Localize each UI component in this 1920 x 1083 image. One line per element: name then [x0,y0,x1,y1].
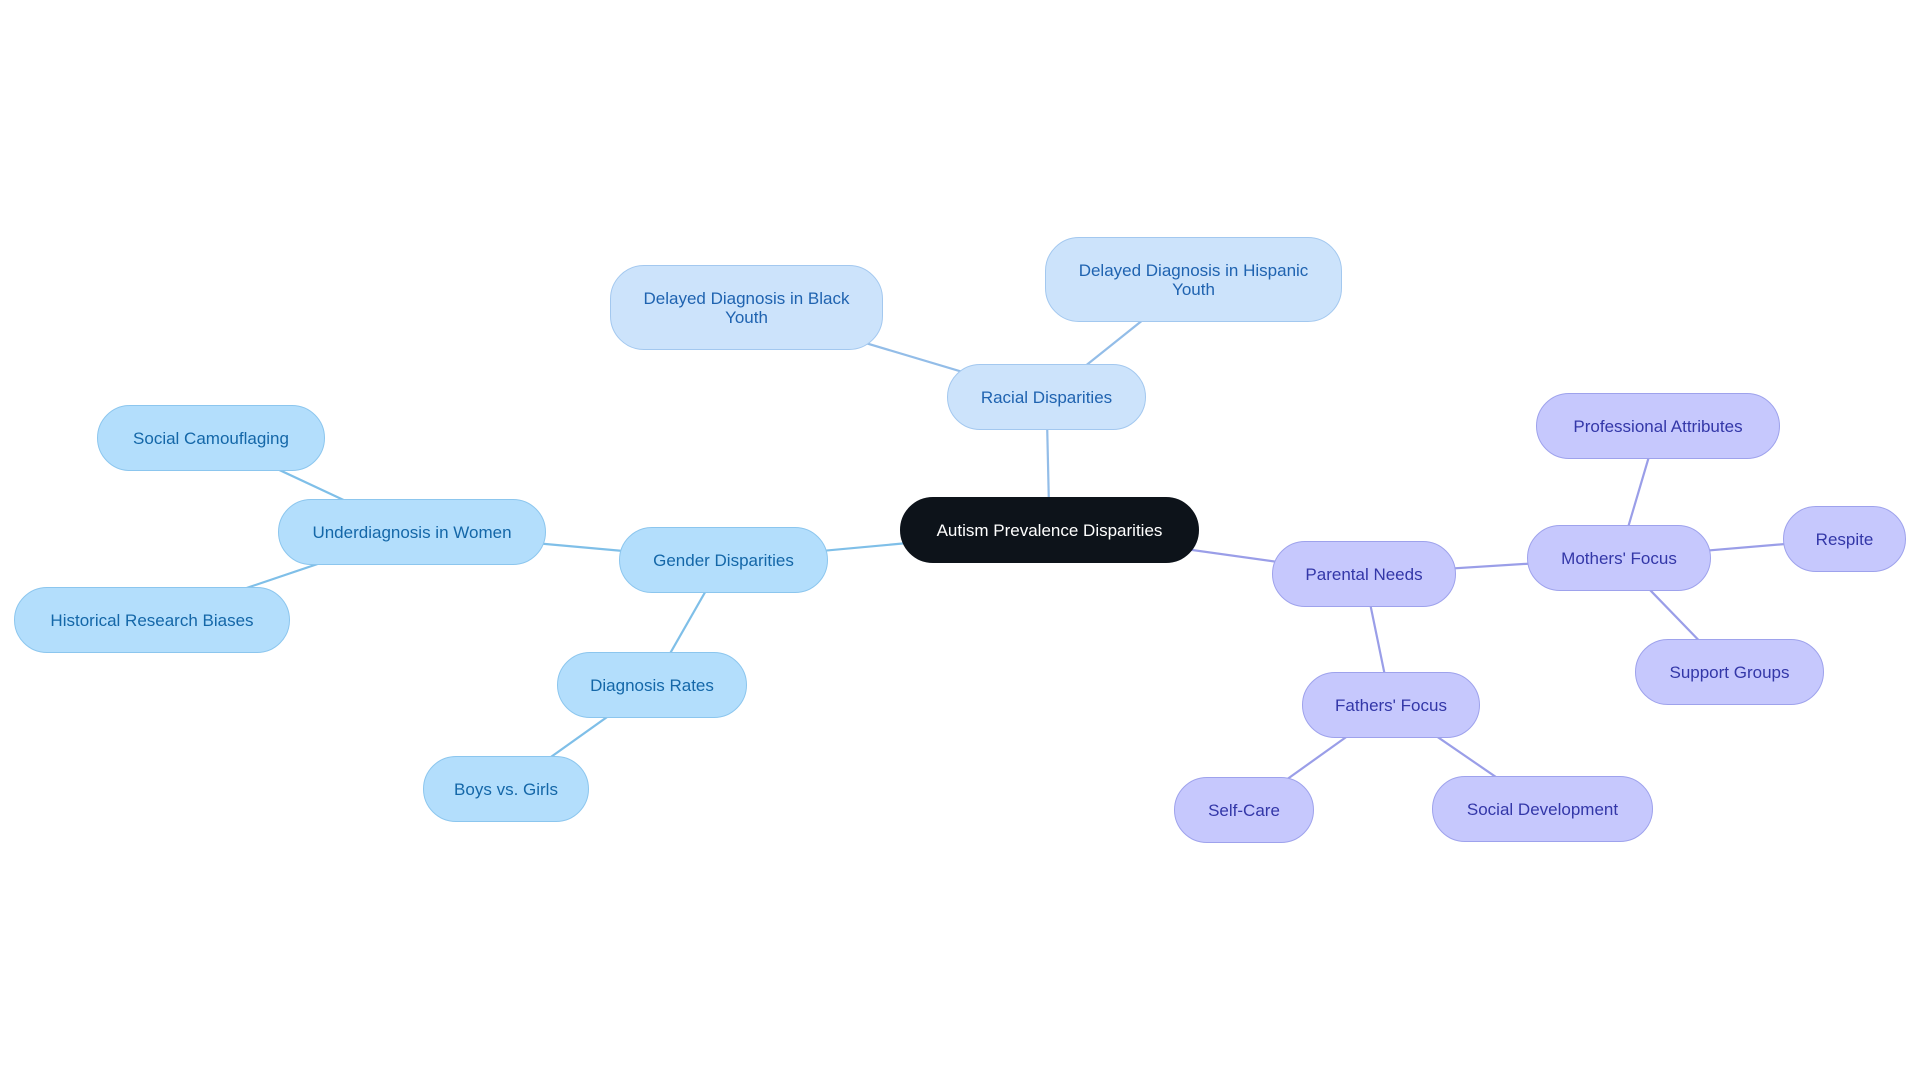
node-label: Respite [1815,529,1874,549]
node-label: Support Groups [1669,662,1790,682]
node-label: Autism Prevalence Disparities [936,520,1163,540]
node-label: Self-Care [1208,800,1280,820]
node-camo[interactable]: Social Camouflaging [97,405,325,471]
node-fathers[interactable]: Fathers' Focus [1302,672,1480,738]
node-social[interactable]: Social Development [1432,776,1653,842]
node-gender[interactable]: Gender Disparities [619,527,828,593]
node-label: Fathers' Focus [1335,695,1447,715]
node-label: Diagnosis Rates [590,675,714,695]
node-rates[interactable]: Diagnosis Rates [557,652,747,718]
node-support[interactable]: Support Groups [1635,639,1824,705]
node-selfcare[interactable]: Self-Care [1174,777,1314,843]
node-boys[interactable]: Boys vs. Girls [423,756,589,822]
node-label: Underdiagnosis in Women [312,522,512,542]
node-black[interactable]: Delayed Diagnosis in Black Youth [610,265,883,350]
node-label: Delayed Diagnosis in Black Youth [643,288,850,327]
node-label: Mothers' Focus [1561,548,1677,568]
node-parental[interactable]: Parental Needs [1272,541,1456,607]
node-prof[interactable]: Professional Attributes [1536,393,1780,459]
node-women[interactable]: Underdiagnosis in Women [278,499,546,565]
node-label: Professional Attributes [1573,416,1743,436]
node-label: Delayed Diagnosis in Hispanic Youth [1078,260,1309,299]
node-respite[interactable]: Respite [1783,506,1906,572]
node-label: Social Camouflaging [133,428,289,448]
node-hist[interactable]: Historical Research Biases [14,587,290,653]
node-label: Historical Research Biases [50,610,254,630]
node-label: Social Development [1466,799,1619,819]
node-label: Gender Disparities [653,550,794,570]
node-mothers[interactable]: Mothers' Focus [1527,525,1711,591]
root-node[interactable]: Autism Prevalence Disparities [900,497,1199,563]
node-label: Racial Disparities [980,387,1113,407]
node-label: Parental Needs [1305,564,1423,584]
node-racial[interactable]: Racial Disparities [947,364,1146,430]
node-label: Boys vs. Girls [454,779,558,799]
node-hispanic[interactable]: Delayed Diagnosis in Hispanic Youth [1045,237,1342,322]
